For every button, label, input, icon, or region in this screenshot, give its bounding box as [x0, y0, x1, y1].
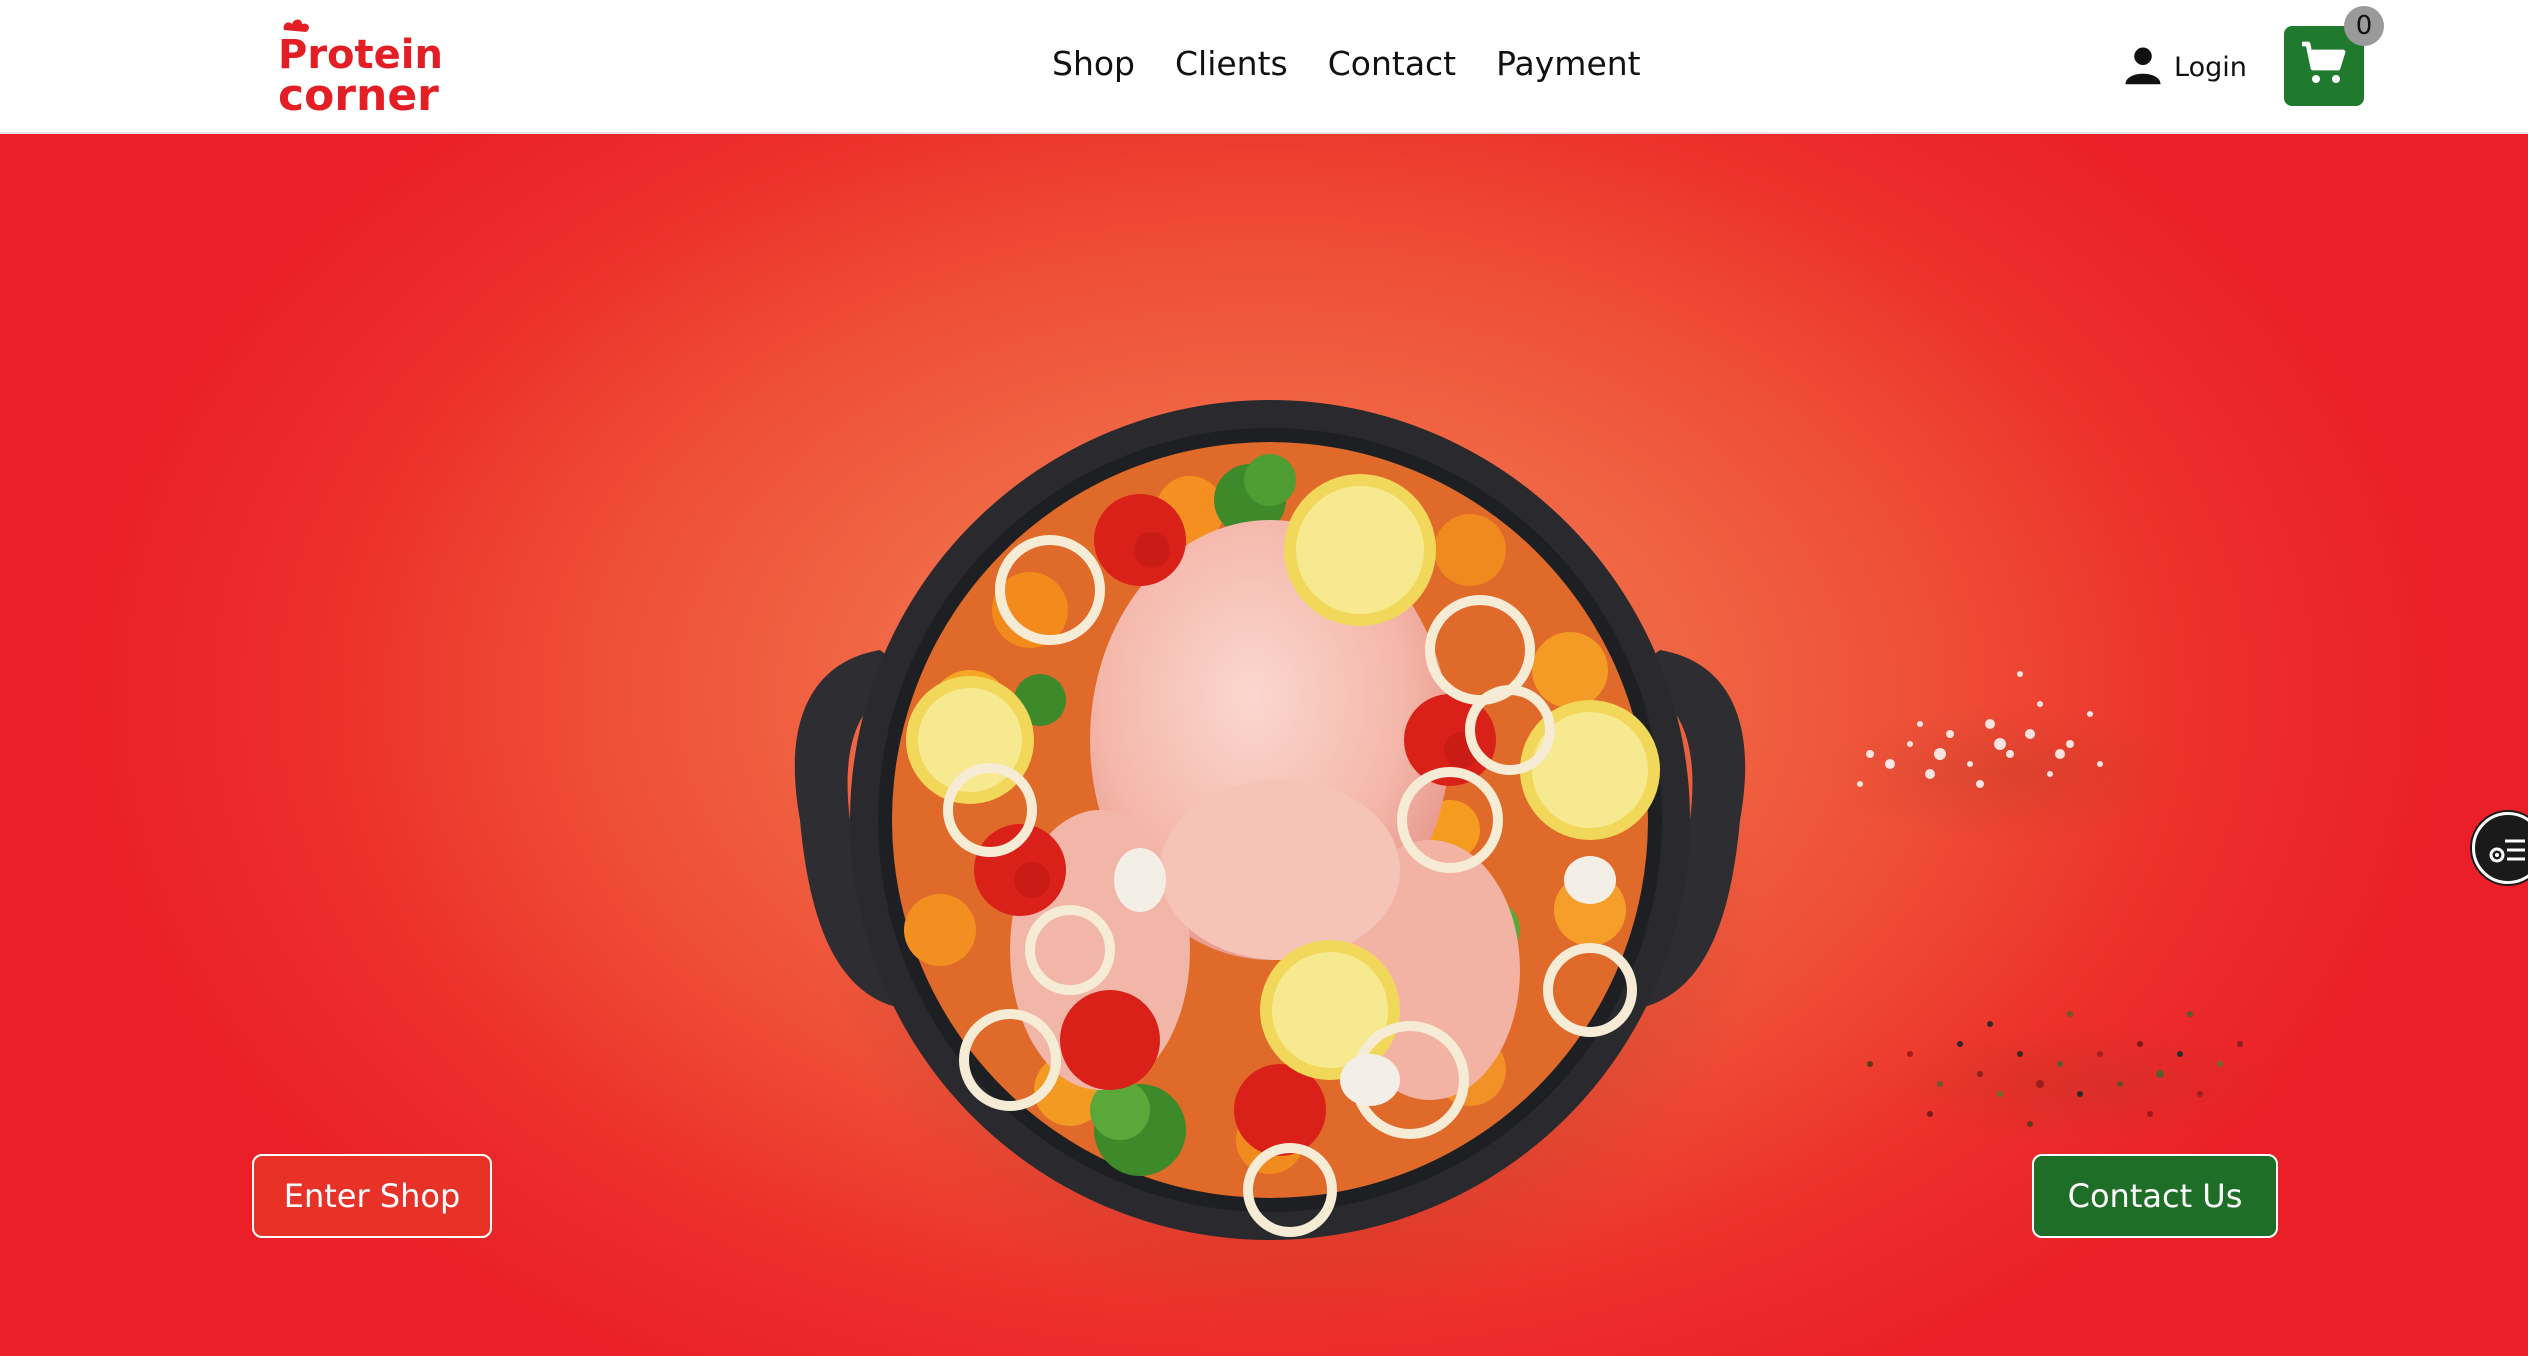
cart-icon [2300, 40, 2348, 93]
protein-corner-logo[interactable]: Protein corner [278, 16, 452, 121]
main-nav: Shop Clients Contact Payment [1052, 44, 1641, 83]
site-header: Protein corner Shop Clients Contact Paym… [0, 0, 2528, 134]
user-icon [2122, 44, 2164, 91]
contact-us-button[interactable]: Contact Us [2032, 1154, 2278, 1238]
cart-count-badge: 0 [2344, 6, 2384, 46]
nav-shop[interactable]: Shop [1052, 44, 1135, 83]
nav-contact[interactable]: Contact [1328, 44, 1456, 83]
nav-payment[interactable]: Payment [1496, 44, 1640, 83]
dish-image [794, 400, 1760, 1330]
login-button[interactable]: Login [2122, 44, 2247, 91]
enter-shop-button[interactable]: Enter Shop [252, 1154, 492, 1238]
logo-word-corner: corner [278, 70, 439, 116]
hero-section: Enter Shop Contact Us [0, 134, 2528, 1356]
spice-sprinkles-decor [1830, 671, 2280, 1144]
accessibility-widget-button[interactable] [2472, 812, 2528, 884]
nav-clients[interactable]: Clients [1175, 44, 1288, 83]
login-label: Login [2174, 52, 2247, 83]
accessibility-menu-icon [2489, 839, 2525, 863]
